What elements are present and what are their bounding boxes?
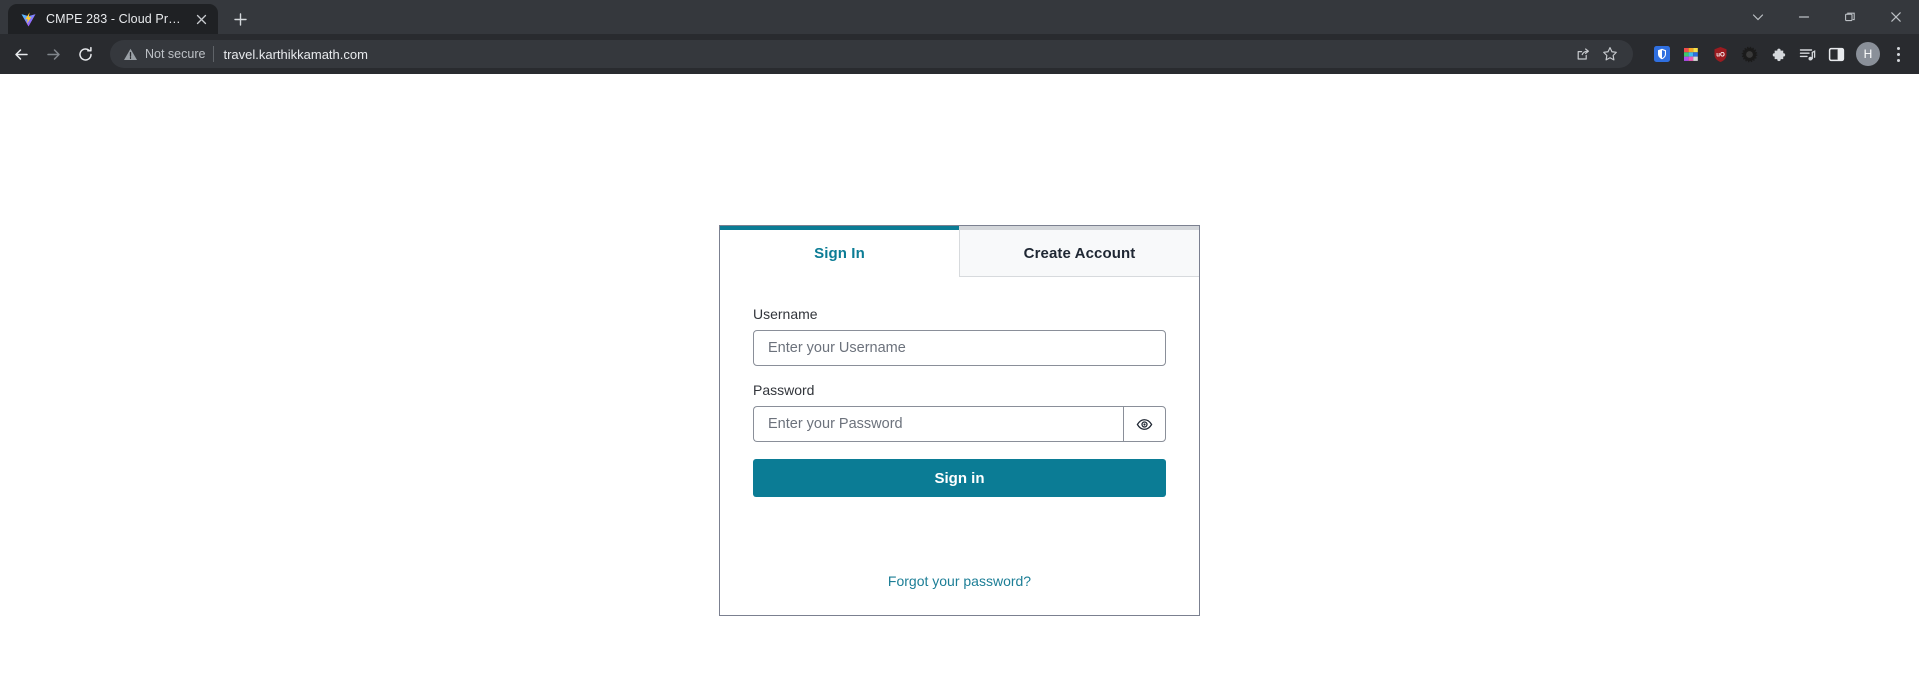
auth-form: Username Enter your Username Password En…	[720, 277, 1199, 615]
browser-menu-button[interactable]	[1885, 39, 1911, 69]
auth-tabs: Sign In Create Account	[720, 226, 1199, 277]
toggle-password-visibility-button[interactable]	[1123, 406, 1166, 442]
reading-list-icon[interactable]	[1794, 41, 1820, 67]
username-label: Username	[753, 306, 818, 322]
tab-create-account[interactable]: Create Account	[959, 226, 1199, 277]
page-viewport: Sign In Create Account Username Enter yo…	[0, 74, 1919, 674]
shield-extension-icon[interactable]	[1649, 41, 1675, 67]
reload-icon	[78, 46, 92, 61]
omnibox-divider	[213, 46, 215, 62]
browser-tab[interactable]: CMPE 283 - Cloud Project 2	[8, 4, 218, 34]
color-grid-extension-icon[interactable]	[1678, 41, 1704, 67]
url-text: travel.karthikkamath.com	[223, 46, 368, 62]
bookmark-star-icon[interactable]	[1597, 41, 1623, 67]
plus-icon	[233, 12, 247, 26]
restore-icon	[1845, 12, 1855, 22]
field-spacer	[753, 366, 1166, 382]
new-tab-button[interactable]	[226, 5, 254, 33]
username-placeholder: Enter your Username	[768, 340, 906, 356]
close-icon[interactable]	[192, 10, 210, 28]
maximize-button[interactable]	[1827, 0, 1873, 34]
close-window-button[interactable]	[1873, 0, 1919, 34]
tab-sign-in-label: Sign In	[814, 244, 865, 262]
kebab-dot	[1896, 46, 1900, 50]
browser-toolbar: Not secure travel.karthikkamath.com uO H	[0, 34, 1919, 74]
kebab-dot	[1896, 52, 1900, 56]
vite-logo-icon	[20, 11, 37, 28]
address-bar[interactable]: Not secure travel.karthikkamath.com	[110, 40, 1633, 68]
warning-triangle-icon[interactable]	[123, 47, 138, 62]
password-input[interactable]: Enter your Password	[753, 406, 1123, 442]
arrow-left-icon	[14, 48, 28, 60]
password-row: Enter your Password	[753, 406, 1166, 442]
forward-button[interactable]	[38, 39, 68, 69]
omnibox-actions	[1569, 41, 1623, 67]
password-placeholder: Enter your Password	[768, 416, 903, 432]
browser-window: CMPE 283 - Cloud Project 2	[0, 0, 1919, 674]
auth-card: Sign In Create Account Username Enter yo…	[719, 225, 1200, 616]
tab-strip: CMPE 283 - Cloud Project 2	[0, 0, 1919, 34]
username-input[interactable]: Enter your Username	[753, 330, 1166, 366]
minimize-icon	[1798, 16, 1810, 18]
extensions-area: uO H	[1641, 39, 1911, 69]
tab-sign-in[interactable]: Sign In	[720, 226, 959, 277]
tab-create-account-label: Create Account	[1023, 244, 1136, 262]
svg-text:uO: uO	[1716, 51, 1725, 58]
ublock-origin-icon[interactable]: uO	[1707, 41, 1733, 67]
tab-search-button[interactable]	[1735, 0, 1781, 34]
avatar[interactable]: H	[1856, 42, 1880, 66]
minimize-button[interactable]	[1781, 0, 1827, 34]
chevron-down-icon	[1752, 14, 1764, 21]
forgot-password-wrap: Forgot your password?	[753, 573, 1166, 615]
sign-in-button[interactable]: Sign in	[753, 459, 1166, 497]
share-icon[interactable]	[1569, 41, 1595, 67]
eye-icon	[1136, 418, 1153, 430]
kebab-dot	[1896, 58, 1900, 62]
password-label: Password	[753, 382, 815, 398]
tab-title: CMPE 283 - Cloud Project 2	[46, 12, 183, 26]
extensions-puzzle-icon[interactable]	[1765, 41, 1791, 67]
close-icon	[1891, 12, 1901, 22]
window-controls	[1735, 0, 1919, 34]
arrow-right-icon	[46, 48, 60, 60]
side-panel-icon[interactable]	[1823, 41, 1849, 67]
dark-reader-icon[interactable]	[1736, 41, 1762, 67]
reload-button[interactable]	[70, 39, 100, 69]
security-status-text: Not secure	[145, 47, 206, 61]
back-button[interactable]	[6, 39, 36, 69]
forgot-password-link[interactable]: Forgot your password?	[888, 573, 1031, 589]
